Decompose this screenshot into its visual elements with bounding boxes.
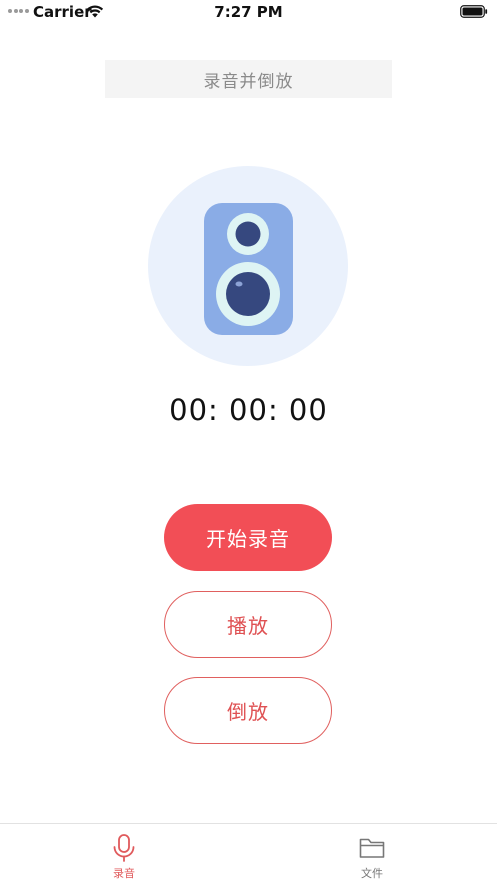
- tab-record[interactable]: 录音: [84, 824, 164, 884]
- speaker-icon: [148, 166, 348, 366]
- reverse-play-button[interactable]: 倒放: [164, 677, 332, 744]
- play-button[interactable]: 播放: [164, 591, 332, 658]
- status-time: 7:27 PM: [214, 3, 283, 21]
- tab-files-label: 文件: [361, 867, 383, 880]
- speaker-illustration: [148, 166, 348, 366]
- page-title: 录音并倒放: [105, 60, 392, 98]
- status-bar: Carrier 7:27 PM: [0, 0, 497, 26]
- start-recording-label: 开始录音: [206, 527, 290, 551]
- play-label: 播放: [227, 614, 269, 638]
- folder-icon: [359, 838, 385, 858]
- microphone-icon: [113, 834, 135, 862]
- battery-icon: [460, 5, 488, 18]
- tab-files[interactable]: 文件: [332, 824, 412, 884]
- tab-bar: 录音 文件: [0, 823, 497, 884]
- recording-timer: 00: 00: 00: [169, 393, 328, 427]
- page-title-text: 录音并倒放: [203, 71, 294, 92]
- tab-record-label: 录音: [113, 867, 135, 880]
- reverse-play-label: 倒放: [227, 700, 269, 724]
- start-recording-button[interactable]: 开始录音: [164, 504, 332, 571]
